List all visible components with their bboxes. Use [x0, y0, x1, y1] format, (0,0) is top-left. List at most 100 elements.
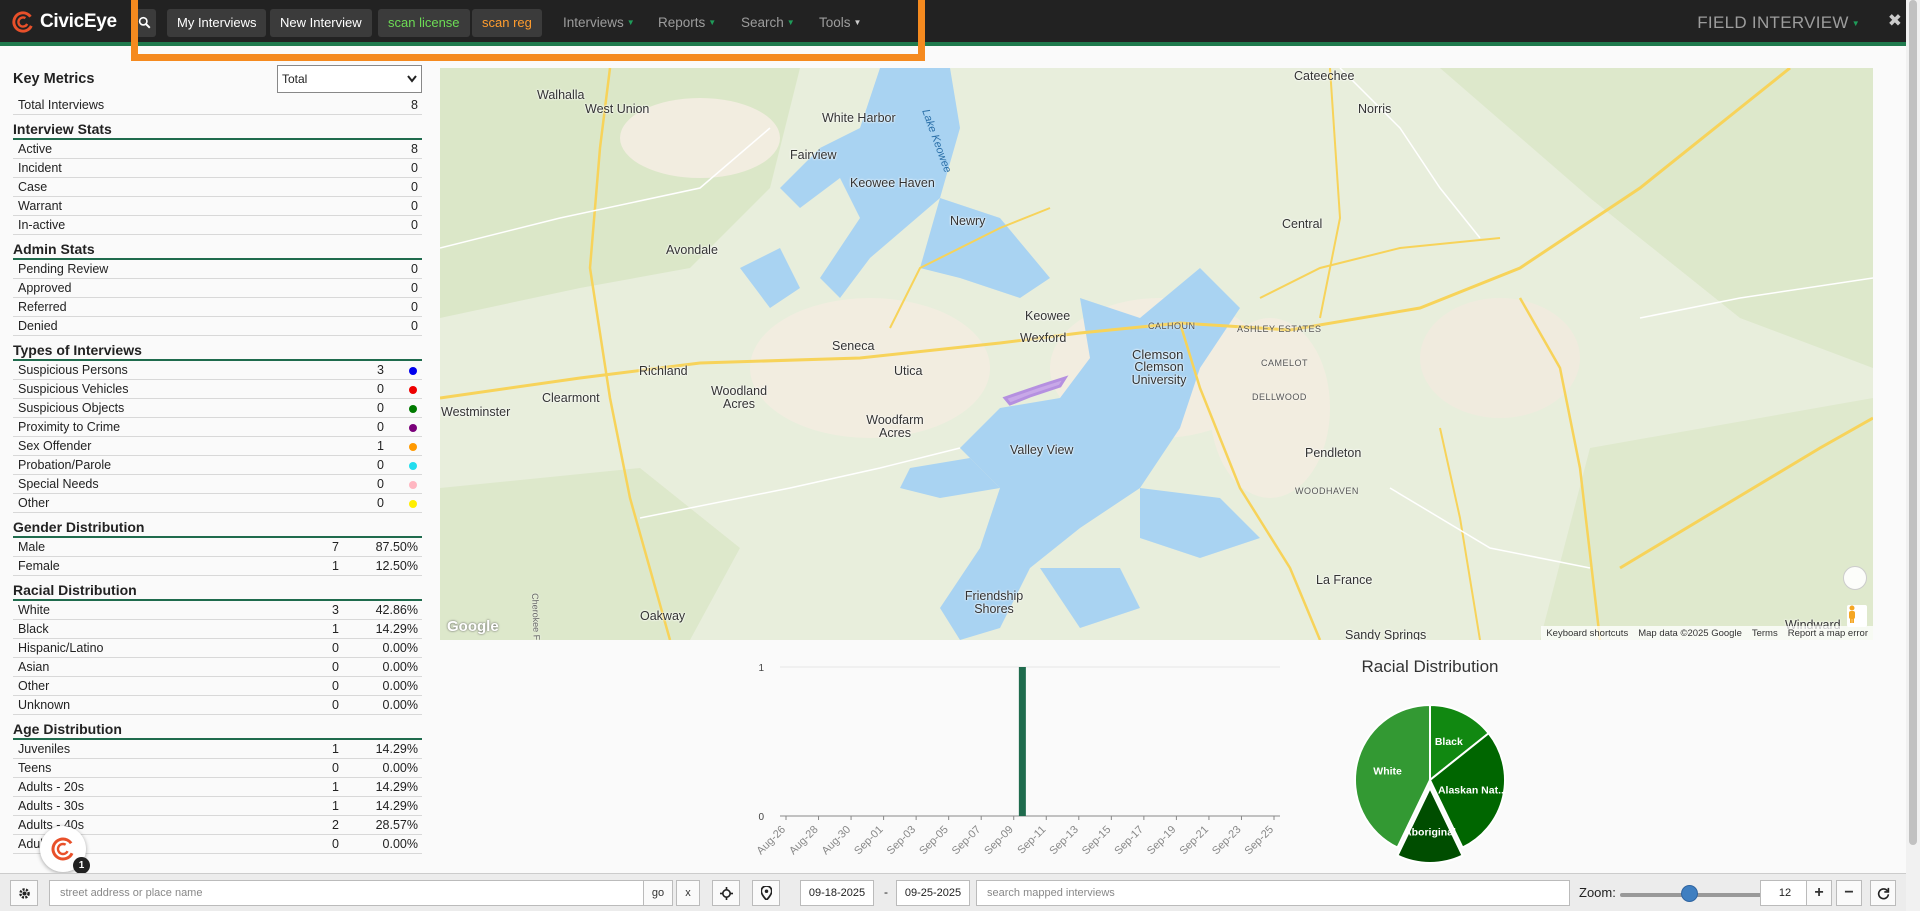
stat-percent: 87.50%	[375, 540, 418, 554]
stat-value: 0	[411, 199, 418, 213]
scrollbar-thumb[interactable]	[1909, 0, 1917, 845]
app-title[interactable]: FIELD INTERVIEW ▼	[1697, 13, 1860, 33]
map-neighborhood-label: CALHOUN	[1148, 321, 1196, 331]
distribution-row: Female 1 12.50%	[13, 557, 422, 576]
stat-label: Unknown	[18, 698, 71, 712]
racial-title: Racial Distribution	[13, 582, 422, 601]
zoom-out-button[interactable]: −	[1836, 880, 1862, 906]
zoom-slider-handle[interactable]	[1681, 885, 1698, 902]
racial-distribution-pie: White Black Alaskan Nat... Aboriginal	[1354, 703, 1507, 864]
new-interview-button[interactable]: New Interview	[270, 9, 372, 37]
stat-label: Sex Offender	[18, 439, 92, 453]
settings-button[interactable]	[10, 880, 38, 906]
menu-interviews[interactable]: Interviews ▼	[563, 15, 635, 30]
admin-stats-title: Admin Stats	[13, 241, 422, 260]
interview-type-row: Proximity to Crime 0	[13, 418, 422, 437]
stat-percent: 14.29%	[375, 742, 418, 756]
map-place-label: Sandy Springs	[1345, 628, 1427, 640]
stat-percent: 14.29%	[375, 780, 418, 794]
stat-count: 0	[332, 698, 339, 712]
stat-count: 3	[332, 603, 339, 617]
distribution-row: Teens 0 0.00%	[13, 759, 422, 778]
x-tick-label: Sep-03	[885, 824, 919, 858]
top-navbar: CivicEye My Interviews New Interview sca…	[0, 0, 1920, 46]
plus-icon: +	[1814, 884, 1824, 901]
pie-slice-label: White	[1373, 765, 1402, 777]
interview-type-row: Probation/Parole 0	[13, 456, 422, 475]
menu-reports[interactable]: Reports ▼	[658, 15, 716, 30]
map-place-label: Walhalla	[537, 88, 585, 102]
drop-pin-button[interactable]	[752, 880, 780, 906]
scan-license-button[interactable]: scan license	[378, 9, 470, 37]
street-view-pegman-icon[interactable]	[1847, 605, 1867, 627]
brand[interactable]: CivicEye	[12, 9, 117, 35]
metrics-period-select[interactable]: Total	[277, 65, 422, 93]
stat-value: 0	[377, 496, 384, 510]
stat-label: Adults - 30s	[18, 799, 85, 813]
menu-tools[interactable]: Tools ▼	[819, 15, 861, 30]
interview-type-row: Sex Offender 1	[13, 437, 422, 456]
x-tick-label: Sep-21	[1177, 824, 1211, 858]
legend-dot-icon	[409, 462, 417, 470]
scan-reg-button[interactable]: scan reg	[472, 9, 542, 37]
distribution-row: Other 0 0.00%	[13, 677, 422, 696]
stat-label: Proximity to Crime	[18, 420, 121, 434]
stat-value: 0	[411, 180, 418, 194]
stat-label: Suspicious Vehicles	[18, 382, 129, 396]
interview-map[interactable]: Walhalla West Union White Harbor Fairvie…	[440, 68, 1873, 640]
interview-type-row: Suspicious Objects 0	[13, 399, 422, 418]
notification-badge: 1	[73, 857, 90, 874]
interview-stats-title: Interview Stats	[13, 121, 422, 140]
map-marker-icon	[760, 886, 772, 900]
stat-percent: 42.86%	[375, 603, 418, 617]
my-location-button[interactable]	[712, 880, 740, 906]
zoom-in-button[interactable]: +	[1806, 880, 1832, 906]
map-place-label: Valley View	[1010, 443, 1074, 457]
zoom-value-input[interactable]: 12	[1760, 880, 1810, 906]
map-neighborhood-label: DELLWOOD	[1252, 392, 1307, 402]
report-map-error-link[interactable]: Report a map error	[1788, 628, 1868, 639]
gear-icon	[18, 887, 30, 899]
distribution-row: White 3 42.86%	[13, 601, 422, 620]
chevron-down-icon: ▼	[853, 18, 862, 27]
stat-label: Approved	[18, 281, 72, 295]
stat-row: Warrant 0	[13, 197, 422, 216]
key-metrics-header: Key Metrics Total	[13, 62, 422, 96]
x-tick-label: Sep-13	[1047, 824, 1081, 858]
stat-percent: 0.00%	[382, 641, 418, 655]
page-scrollbar[interactable]	[1906, 0, 1920, 911]
map-place-label: Cateechee	[1294, 69, 1355, 83]
search-mapped-interviews-input[interactable]: search mapped interviews	[976, 880, 1570, 906]
stat-label: Warrant	[18, 199, 62, 213]
address-search-input[interactable]: street address or place name	[49, 880, 644, 906]
stat-row: Incident 0	[13, 159, 422, 178]
stat-label: Pending Review	[18, 262, 109, 276]
date-from-input[interactable]: 09-18-2025	[800, 880, 874, 906]
chevron-down-icon: ▼	[786, 18, 795, 27]
chevron-down-icon: ▼	[708, 18, 717, 27]
stat-percent: 0.00%	[382, 837, 418, 851]
menu-search[interactable]: Search ▼	[741, 15, 795, 30]
x-tick-label: Sep-23	[1210, 824, 1244, 858]
search-button[interactable]	[133, 9, 156, 37]
stat-percent: 0.00%	[382, 679, 418, 693]
interviews-timeline-chart: 01Aug-26Aug-28Aug-30Sep-01Sep-03Sep-05Se…	[755, 663, 1280, 858]
y-tick-label: 0	[758, 812, 764, 823]
distribution-row: Asian 0 0.00%	[13, 658, 422, 677]
clear-address-button[interactable]: x	[676, 880, 700, 906]
fullscreen-toggle[interactable]	[1843, 566, 1867, 590]
go-button[interactable]: go	[643, 880, 673, 906]
stat-value: 0	[411, 161, 418, 175]
date-to-input[interactable]: 09-25-2025	[896, 880, 970, 906]
stat-row: Approved 0	[13, 279, 422, 298]
legend-dot-icon	[409, 481, 417, 489]
stat-value: 0	[377, 458, 384, 472]
keyboard-shortcuts-link[interactable]: Keyboard shortcuts	[1546, 628, 1628, 639]
terms-link[interactable]: Terms	[1752, 628, 1778, 639]
my-interviews-button[interactable]: My Interviews	[167, 9, 267, 37]
stat-label: Incident	[18, 161, 62, 175]
refresh-button[interactable]	[1870, 880, 1896, 906]
stat-label: Other	[18, 679, 50, 693]
close-button[interactable]: ✖	[1888, 11, 1902, 31]
stat-label: Juveniles	[18, 742, 71, 756]
